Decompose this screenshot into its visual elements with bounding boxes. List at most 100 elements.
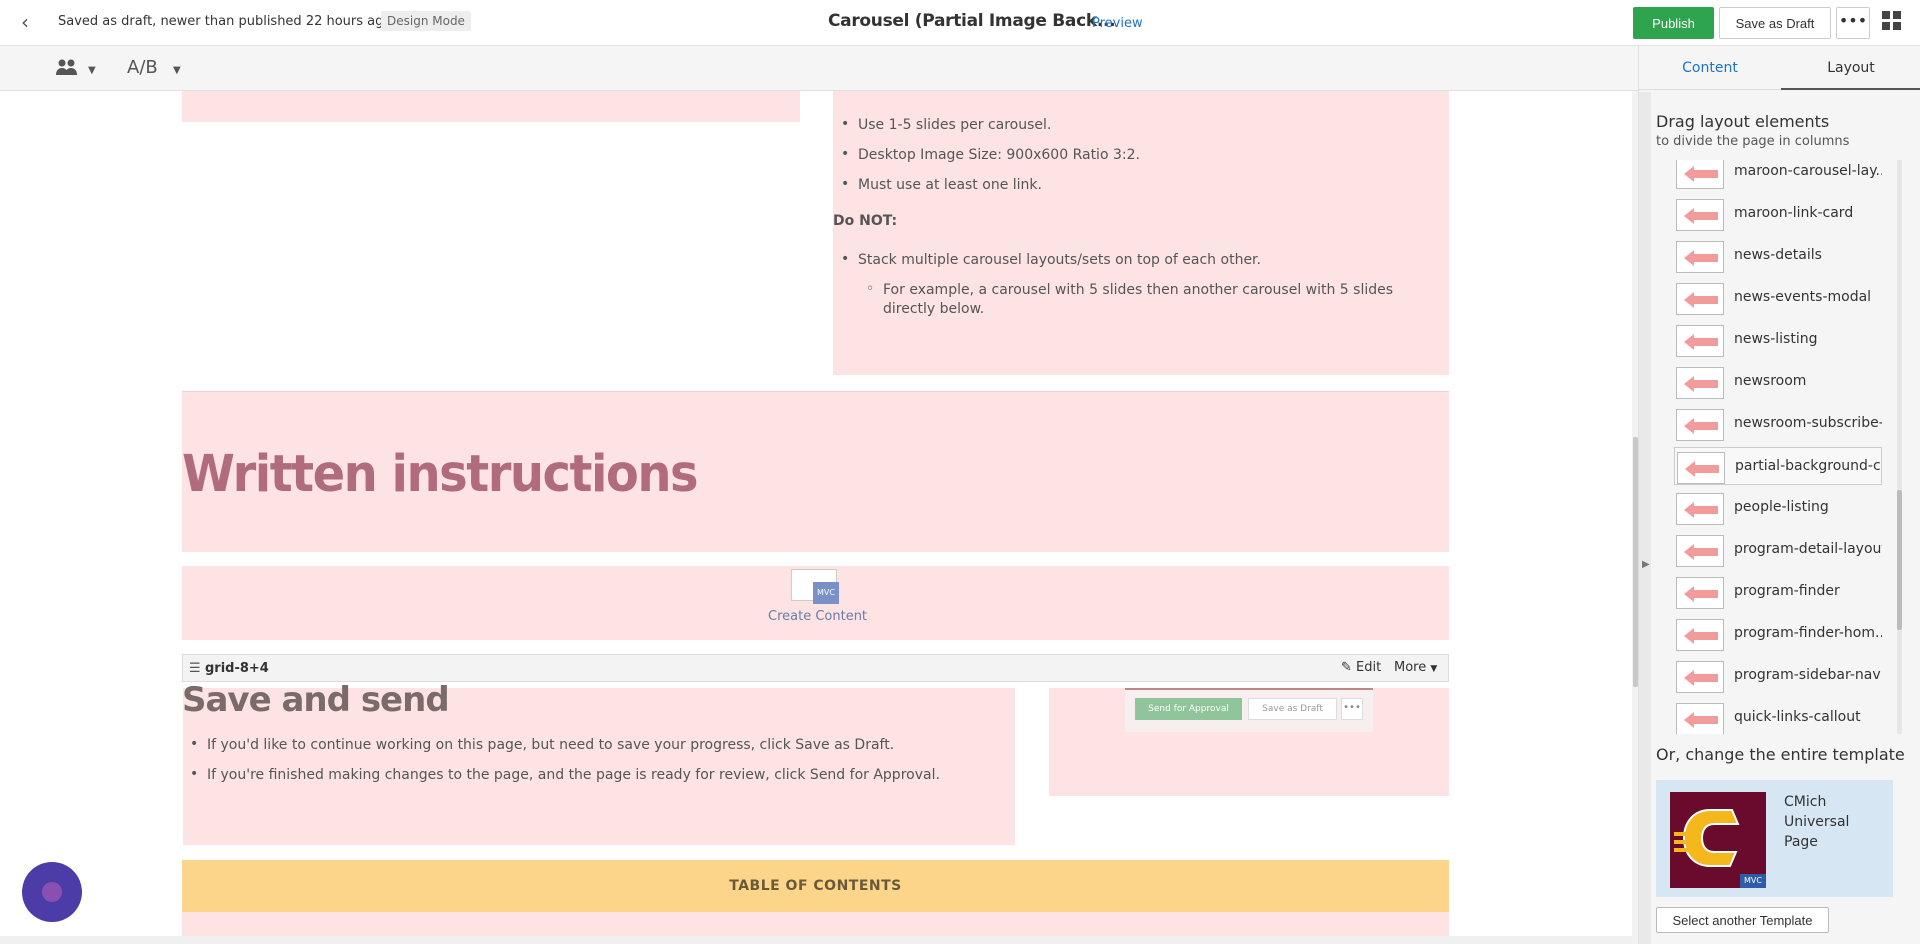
pencil-icon: ✎ [1341,660,1352,675]
edit-layout-button[interactable]: ✎ Edit [1341,660,1381,675]
layout-item-label: program-sidebar-nav [1734,667,1881,683]
top-bar: ‹ Saved as draft, newer than published 2… [0,0,1920,46]
layout-elements-list: maroon-carousel-lay... maroon-link-card … [1674,160,1882,734]
list-item: If you're finished making changes to the… [182,766,1002,783]
layout-item[interactable]: news-listing [1674,321,1882,359]
personas-icon[interactable] [56,58,78,81]
sidebar-collapse-handle[interactable]: ▶ [1639,92,1651,944]
page-canvas: Use 1-5 slides per carousel. Desktop Ima… [0,91,1632,936]
layout-item-label: news-listing [1734,331,1818,347]
drag-layout-subtitle: to divide the page in columns [1656,134,1850,149]
more-options-button[interactable]: ••• [1836,7,1870,39]
scrollbar-thumb[interactable] [1897,490,1902,630]
grid-layout-bar[interactable]: ☰ grid-8+4 ✎ Edit More ▼ [182,654,1449,682]
tab-content[interactable]: Content [1639,46,1781,90]
mvc-tag: MVC [1740,874,1766,888]
layout-item-label: program-finder [1734,583,1840,599]
mini-send-approval: Send for Approval [1135,698,1242,720]
layout-arrow-icon [1676,535,1724,567]
layout-item[interactable]: program-detail-layout [1674,531,1882,569]
publish-button[interactable]: Publish [1633,7,1714,39]
do-not-label: Do NOT: [833,213,898,229]
buttons-screenshot-image: Send for Approval Save as Draft ••• [1125,688,1373,732]
layout-item-selected[interactable]: partial-background-c... [1674,447,1882,485]
template-card[interactable]: MVC CMich Universal Page [1656,780,1893,897]
layout-item-label: partial-background-c... [1735,458,1882,474]
layout-item[interactable]: people-listing [1674,489,1882,527]
layout-item[interactable]: program-finder [1674,573,1882,611]
select-another-template-button[interactable]: Select another Template [1656,907,1829,933]
layout-item-label: news-events-modal [1734,289,1872,305]
layout-item[interactable]: newsroom [1674,363,1882,401]
personas-caret-icon[interactable]: ▼ [88,65,96,76]
preview-link[interactable]: Preview [1092,16,1143,31]
list-item: Stack multiple carousel layouts/sets on … [833,251,1433,268]
layout-item-label: maroon-carousel-lay... [1734,163,1882,179]
layout-item[interactable]: program-sidebar-nav [1674,657,1882,695]
layout-arrow-icon [1676,367,1724,399]
layout-item-label: people-listing [1734,499,1829,515]
table-of-contents-bar[interactable]: TABLE OF CONTENTS [182,860,1449,912]
chat-launcher-icon[interactable] [22,862,82,922]
list-item: Use 1-5 slides per carousel. [833,116,1433,133]
tab-layout[interactable]: Layout [1781,46,1920,90]
carousel-guidelines-list: Use 1-5 slides per carousel. Desktop Ima… [833,116,1433,207]
save-and-send-heading: Save and send [182,680,450,720]
layout-arrow-icon [1676,661,1724,693]
apps-grid-icon[interactable] [1882,11,1906,35]
layout-item[interactable]: quick-links-callout [1674,699,1882,734]
layout-arrow-icon [1676,703,1724,734]
editor-toolbar: ▼ A/B ▼ [0,46,1638,91]
layout-item-label: maroon-link-card [1734,205,1854,221]
layout-item-label: newsroom-subscribe-... [1734,415,1882,431]
mvc-widget-icon: MVC [791,569,839,605]
layout-arrow-icon [1676,493,1724,525]
layout-arrow-icon [1676,325,1724,357]
back-arrow-icon[interactable]: ‹ [14,11,36,33]
more-layout-dropdown[interactable]: More ▼ [1394,660,1437,675]
layout-item[interactable]: program-finder-hom... [1674,615,1882,653]
template-name: CMich Universal Page [1784,794,1850,850]
layout-arrow-icon [1676,199,1724,231]
content-block[interactable] [182,912,1449,936]
edit-label: Edit [1356,660,1382,675]
collapse-arrow-icon[interactable]: ▶ [1642,559,1650,570]
ab-caret-icon[interactable]: ▼ [173,65,181,76]
layout-item-label: quick-links-callout [1734,709,1861,725]
written-instructions-heading: Written instructions [182,444,699,504]
ab-test-button[interactable]: A/B [127,57,158,78]
layout-list-scrollbar[interactable] [1897,160,1902,734]
layout-arrow-icon [1676,283,1724,315]
page-title: Carousel (Partial Image Back... [828,11,1116,31]
caret-down-icon: ▼ [1430,664,1438,674]
list-item: If you'd like to continue working on thi… [182,736,1002,753]
layout-item-label: program-finder-hom... [1734,625,1882,641]
layout-arrow-icon [1676,241,1724,273]
create-content-link[interactable]: Create Content [768,609,867,624]
layout-item[interactable]: news-details [1674,237,1882,275]
layout-item[interactable]: newsroom-subscribe-... [1674,405,1882,443]
cmich-logo-icon: MVC [1670,792,1766,888]
horizontal-scrollbar[interactable] [0,936,1632,944]
list-item: Desktop Image Size: 900x600 Ratio 3:2. [833,146,1433,163]
drag-handle-icon[interactable]: ☰ [189,661,201,676]
do-not-list: Stack multiple carousel layouts/sets on … [833,251,1433,282]
layout-item[interactable]: maroon-carousel-lay... [1674,160,1882,191]
layout-arrow-icon [1676,409,1724,441]
layout-arrow-icon [1676,577,1724,609]
draft-status: Saved as draft, newer than published 22 … [58,14,392,29]
layout-item-label: news-details [1734,247,1822,263]
layout-arrow-icon [1676,619,1724,651]
layout-item[interactable]: news-events-modal [1674,279,1882,317]
content-block[interactable] [182,91,800,122]
layout-item-label: newsroom [1734,373,1807,389]
list-item: For example, a carousel with 5 slides th… [858,280,1438,319]
layout-item[interactable]: maroon-link-card [1674,195,1882,233]
mini-more: ••• [1341,698,1363,720]
drag-layout-title: Drag layout elements [1656,112,1830,131]
save-instructions-list: If you'd like to continue working on thi… [182,736,1002,797]
layout-arrow-icon [1676,160,1724,189]
grid-layout-label: grid-8+4 [205,661,269,676]
save-as-draft-button[interactable]: Save as Draft [1719,7,1831,39]
design-mode-badge[interactable]: Design Mode [381,11,471,31]
